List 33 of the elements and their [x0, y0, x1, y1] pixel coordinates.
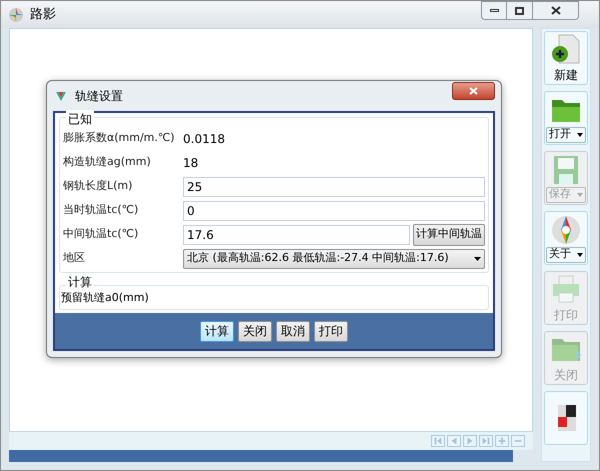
field-label: 预留轨缝a0(mm) — [61, 291, 149, 304]
dialog-button[interactable]: 打印 — [314, 320, 348, 342]
toolbar-label: 新建 — [554, 66, 578, 84]
toolbar-label: 打开 — [549, 126, 571, 142]
field-label: 中间轨温tc(℃) — [63, 226, 140, 242]
field-label: 当时轨温tc(℃) — [63, 202, 140, 218]
dialog-title: 轨缝设置 — [75, 88, 123, 105]
toolbar-label: 打印 — [554, 306, 578, 324]
input-field[interactable]: 25 — [183, 176, 485, 196]
input-field[interactable]: 17.6 — [183, 224, 410, 244]
calc-middle-temp-button[interactable]: 计算中间轨温 — [413, 224, 485, 246]
toolbar-dropdown[interactable]: 关于 — [546, 246, 586, 262]
toolbar-dropdown[interactable]: 打开 — [546, 126, 586, 142]
dialog-button[interactable]: 关闭 — [238, 320, 272, 342]
toolbar-button[interactable]: 新建 — [544, 31, 588, 85]
dialog-button[interactable]: 计算 — [200, 320, 234, 342]
field-label: 钢轨长度L(m) — [63, 178, 134, 194]
toolbar-label: 关于 — [549, 246, 571, 262]
toolbar-button[interactable]: 打开 — [544, 91, 588, 145]
field-label: 构造轨缝ag(mm) — [63, 154, 152, 170]
field-label: 地区 — [63, 250, 86, 266]
window-title: 路影 — [30, 6, 56, 24]
field-label: 膨胀系数α(mm/m.℃) — [63, 130, 176, 146]
dialog-button[interactable]: 取消 — [276, 320, 310, 342]
region-dropdown[interactable]: 北京 (最高轨温:62.6 最低轨温:-27.4 中间轨温:17.6) — [183, 248, 485, 268]
toolbar-button[interactable]: 关于 — [544, 211, 588, 265]
toolbar-label: 保存 — [549, 186, 571, 202]
toolbar-label: 关闭 — [554, 366, 578, 384]
input-field[interactable]: 0 — [183, 200, 485, 220]
field-value: 0.0118 — [183, 130, 225, 148]
field-value: 18 — [183, 154, 198, 172]
group-legend: 计算 — [66, 276, 94, 288]
dropdown-value: 北京 (最高轨温:62.6 最低轨温:-27.4 中间轨温:17.6) — [187, 250, 450, 266]
